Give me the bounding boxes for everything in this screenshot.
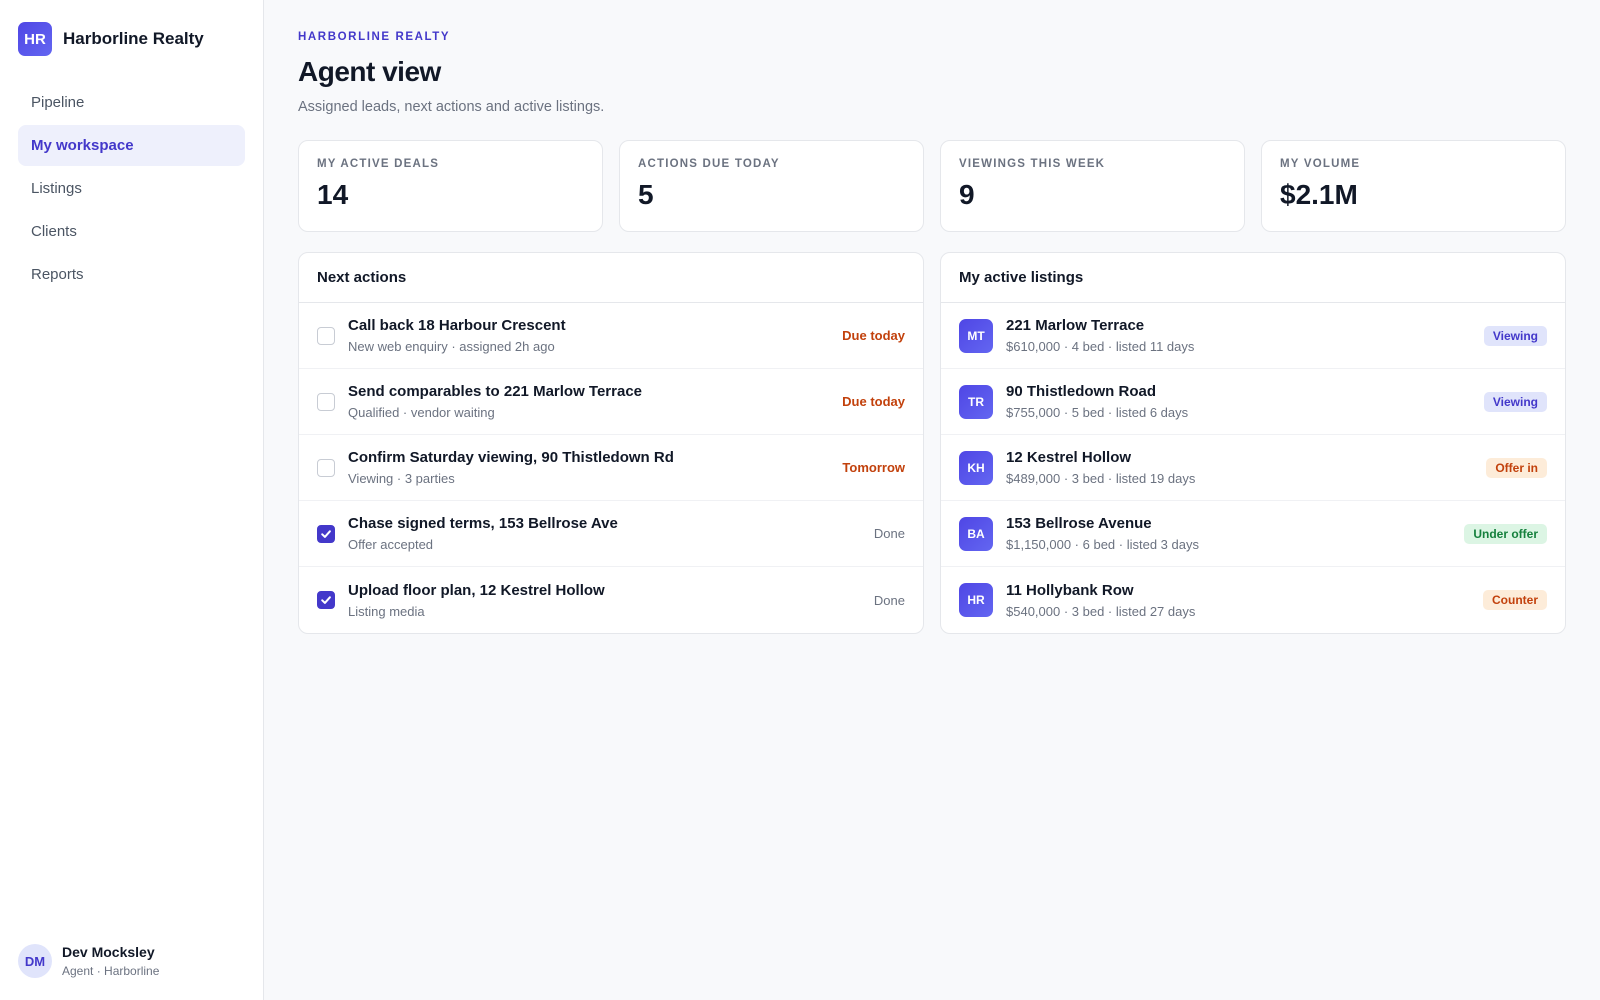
listing-title: 12 Kestrel Hollow [1006,449,1132,466]
stats-row: MY ACTIVE DEALS 14 ACTIONS DUE TODAY 5 V… [298,140,1566,232]
sidebar-nav: Pipeline My workspace Listings Clients R… [18,82,245,297]
status-badge: Offer in [1486,457,1547,478]
sidebar-item-reports[interactable]: Reports [18,254,245,295]
next-actions-panel: Next actions Call back 18 Harbour Cresce… [298,252,924,634]
sidebar-item-clients[interactable]: Clients [18,211,245,252]
sidebar-item-my-workspace[interactable]: My workspace [18,125,245,166]
stat-label: MY VOLUME [1280,158,1361,170]
action-subtitle: Viewing · 3 parties [348,471,455,486]
listing-text: 221 Marlow Terrace $610,000 · 4 bed · li… [1006,317,1484,354]
status-badge: Counter [1483,590,1547,610]
listing-row[interactable]: TR 90 Thistledown Road $755,000 · 5 bed … [941,369,1565,435]
stat-card: MY ACTIVE DEALS 14 [298,140,603,232]
brand-logo: HR [18,22,52,56]
listing-details: $755,000 · 5 bed · listed 6 days [1006,405,1189,420]
status-badge: Viewing [1483,391,1547,412]
action-checkbox[interactable] [317,392,335,411]
listing-text: 153 Bellrose Avenue $1,150,000 · 6 bed ·… [1006,515,1464,552]
stat-value: 5 [638,179,654,210]
action-row[interactable]: Confirm Saturday viewing, 90 Thistledown… [299,435,923,501]
action-row[interactable]: Send comparables to 221 Marlow Terrace Q… [299,369,923,435]
listing-row[interactable]: HR 11 Hollybank Row $540,000 · 3 bed · l… [941,567,1565,633]
listing-avatar: KH [959,450,993,485]
stat-card: VIEWINGS THIS WEEK 9 [940,140,1245,232]
checkmark-icon [321,596,331,604]
listing-row[interactable]: MT 221 Marlow Terrace $610,000 · 4 bed ·… [941,303,1565,369]
action-text: Call back 18 Harbour Crescent New web en… [348,317,842,354]
listing-title: 11 Hollybank Row [1006,581,1134,599]
page-title: Agent view [298,56,441,87]
listing-avatar: TR [959,384,993,419]
action-text: Upload floor plan, 12 Kestrel Hollow Lis… [348,582,874,619]
due-label: Done [873,592,905,608]
sidebar-item-pipeline[interactable]: Pipeline [18,82,245,123]
panels: Next actions Call back 18 Harbour Cresce… [298,252,1566,634]
action-title: Upload floor plan, 12 Kestrel Hollow [348,581,605,599]
stat-value: 14 [317,179,349,210]
action-checkbox[interactable] [317,591,335,609]
status-badge: Under offer [1464,523,1547,544]
listing-row[interactable]: BA 153 Bellrose Avenue $1,150,000 · 6 be… [941,501,1565,567]
sidebar: HR Harborline Realty Pipeline My workspa… [0,0,264,1000]
listing-row[interactable]: KH 12 Kestrel Hollow $489,000 · 3 bed · … [941,435,1565,501]
stat-value: $2.1M [1280,179,1358,210]
listing-text: 11 Hollybank Row $540,000 · 3 bed · list… [1006,582,1483,619]
stat-label: ACTIONS DUE TODAY [638,158,780,170]
listing-details: $610,000 · 4 bed · listed 11 days [1006,339,1195,354]
listing-avatar: HR [959,583,993,617]
due-label: Tomorrow [842,460,905,475]
checkmark-icon [321,529,331,538]
stat-card: ACTIONS DUE TODAY 5 [619,140,924,232]
action-checkbox[interactable] [317,326,335,345]
action-title: Send comparables to 221 Marlow Terrace [348,383,643,400]
action-subtitle: New web enquiry · assigned 2h ago [348,339,555,354]
listing-avatar: BA [959,516,993,551]
action-row[interactable]: Chase signed terms, 153 Bellrose Ave Off… [299,501,923,567]
action-text: Send comparables to 221 Marlow Terrace Q… [348,383,842,420]
action-subtitle: Qualified · vendor waiting [348,405,495,420]
listing-title: 221 Marlow Terrace [1006,317,1145,334]
action-title: Confirm Saturday viewing, 90 Thistledown… [348,449,674,466]
brand[interactable]: HR Harborline Realty [18,22,204,56]
action-text: Confirm Saturday viewing, 90 Thistledown… [348,449,842,486]
user-info: Dev Mocksley Agent · Harborline [62,944,159,978]
status-badge: Viewing [1483,325,1547,346]
user-name: Dev Mocksley [62,944,155,960]
user-role: Agent · Harborline [62,964,160,978]
stat-label: MY ACTIVE DEALS [317,158,440,170]
action-checkbox[interactable] [317,524,335,543]
due-label: Done [873,526,905,541]
action-subtitle: Listing media [348,603,425,619]
avatar: DM [18,944,52,978]
panel-title: Next actions [299,253,923,303]
eyebrow: HARBORLINE REALTY [298,31,451,43]
due-label: Due today [842,328,905,343]
listing-title: 90 Thistledown Road [1006,383,1157,400]
page-subtitle: Assigned leads, next actions and active … [298,99,605,115]
listing-text: 12 Kestrel Hollow $489,000 · 3 bed · lis… [1006,449,1486,486]
action-row[interactable]: Upload floor plan, 12 Kestrel Hollow Lis… [299,567,923,633]
listing-avatar: MT [959,318,993,353]
listing-details: $540,000 · 3 bed · listed 27 days [1006,603,1196,619]
stat-card: MY VOLUME $2.1M [1261,140,1566,232]
stat-label: VIEWINGS THIS WEEK [959,158,1106,170]
listing-text: 90 Thistledown Road $755,000 · 5 bed · l… [1006,383,1484,420]
action-subtitle: Offer accepted [348,537,434,552]
action-row[interactable]: Call back 18 Harbour Crescent New web en… [299,303,923,369]
listing-title: 153 Bellrose Avenue [1006,515,1152,532]
brand-name: Harborline Realty [63,29,204,48]
action-text: Chase signed terms, 153 Bellrose Ave Off… [348,515,874,552]
listing-details: $1,150,000 · 6 bed · listed 3 days [1006,537,1199,552]
sidebar-item-listings[interactable]: Listings [18,168,245,209]
user-profile[interactable]: DM Dev Mocksley Agent · Harborline [18,944,159,978]
due-label: Due today [842,394,905,409]
listing-details: $489,000 · 3 bed · listed 19 days [1006,471,1196,486]
action-checkbox[interactable] [317,458,335,477]
action-title: Call back 18 Harbour Crescent [348,317,566,334]
panel-title: My active listings [941,253,1565,303]
action-title: Chase signed terms, 153 Bellrose Ave [348,515,618,532]
stat-value: 9 [959,179,975,210]
active-listings-panel: My active listings MT 221 Marlow Terrace… [940,252,1566,634]
